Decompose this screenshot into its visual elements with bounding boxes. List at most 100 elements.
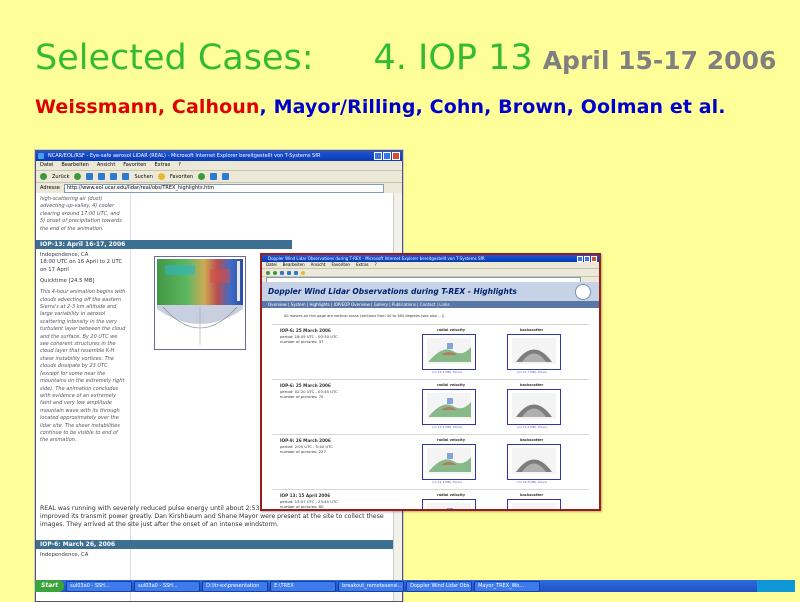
back-arrow-icon[interactable] bbox=[266, 270, 270, 275]
intro-text: All movies on this page are vertical sca… bbox=[284, 314, 445, 318]
address-label: Adresse bbox=[40, 185, 60, 191]
movie-link[interactable]: (xx 21.3 MB), Movie bbox=[432, 480, 462, 484]
window-title: Doppler Wind Lidar Observations during T… bbox=[268, 256, 485, 261]
iop13-description: This 4-hour animation begins with clouds… bbox=[40, 289, 126, 444]
page-title-text: Doppler Wind Lidar Observations during T… bbox=[268, 287, 517, 296]
movie-link[interactable]: (xx 21.7 MB), Movie bbox=[517, 370, 547, 374]
menu-bar: Datei Bearbeiten Ansicht Favoriten Extra… bbox=[262, 262, 599, 269]
close-button[interactable] bbox=[392, 152, 400, 160]
address-input[interactable]: http://www.eol.ucar.edu/lidar/real/obs/T… bbox=[63, 183, 384, 193]
taskbar-button[interactable]: Mayor_TREX_Wo... bbox=[474, 580, 541, 592]
minimize-button[interactable] bbox=[374, 152, 382, 160]
case-row: IOP-9: 26 March 2006 period: 2:05 UTC - 5… bbox=[272, 434, 589, 489]
backscatter-plot[interactable] bbox=[507, 334, 561, 370]
print-icon[interactable] bbox=[222, 173, 230, 180]
back-arrow-icon[interactable] bbox=[40, 173, 47, 180]
forward-arrow-icon[interactable] bbox=[273, 270, 277, 275]
menu-item-bearbeiten[interactable]: Bearbeiten bbox=[61, 161, 88, 170]
lidar-animation-thumbnail[interactable] bbox=[154, 256, 246, 350]
window-titlebar[interactable]: Doppler Wind Lidar Observations during T… bbox=[262, 255, 599, 262]
start-button[interactable]: Start bbox=[35, 580, 65, 592]
iop6-section: IOP-6: March 26, 2006 Independence, CA bbox=[36, 540, 402, 562]
slide-title: Selected Cases: 4. IOP 13 April 15-17 2006 bbox=[35, 38, 776, 78]
menu-item-favoriten[interactable]: Favoriten bbox=[331, 262, 350, 268]
iop13-location: Independence, CA bbox=[40, 252, 89, 258]
menu-item-extras[interactable]: Extras bbox=[154, 161, 170, 170]
radial-velocity-label: radial velocity bbox=[437, 328, 466, 332]
backscatter-label: backscatter bbox=[520, 438, 544, 442]
title-case: 4. IOP 13 bbox=[373, 38, 533, 78]
movie-link[interactable]: (xx 15.4 MB), Movie bbox=[517, 425, 547, 429]
iop6-header: IOP-6: March 26, 2006 bbox=[36, 540, 402, 549]
radial-velocity-plot[interactable] bbox=[422, 499, 476, 509]
menu-bar: Datei Bearbeiten Ansicht Favoriten Extra… bbox=[36, 161, 402, 171]
case-row: IOP-6: 25 March 2006 period: 02:20 UTC - … bbox=[272, 379, 589, 434]
favorites-button[interactable]: Favoriten bbox=[170, 174, 193, 180]
search-icon[interactable] bbox=[122, 173, 130, 180]
backscatter-plot[interactable] bbox=[507, 389, 561, 425]
radial-velocity-plot[interactable] bbox=[422, 444, 476, 480]
radial-velocity-label: radial velocity bbox=[437, 383, 466, 387]
mail-icon[interactable] bbox=[210, 173, 218, 180]
title-date: April 15-17 2006 bbox=[542, 46, 777, 75]
refresh-icon[interactable] bbox=[287, 270, 291, 275]
taskbar-button[interactable]: Doppler Wind Lidar Obs... bbox=[406, 580, 473, 592]
page-content: Doppler Wind Lidar Observations during T… bbox=[262, 282, 599, 509]
taskbar-button[interactable]: breakout_remotesensi... bbox=[338, 580, 405, 592]
stop-icon[interactable] bbox=[280, 270, 284, 275]
minimize-button[interactable] bbox=[577, 256, 583, 262]
menu-item-datei[interactable]: Datei bbox=[266, 262, 277, 268]
case-detail: period: 15:07 UTC - 23:40 UTC number of p… bbox=[280, 499, 338, 509]
menu-item-help[interactable]: ? bbox=[375, 262, 377, 268]
menu-item-ansicht[interactable]: Ansicht bbox=[311, 262, 326, 268]
maximize-button[interactable] bbox=[383, 152, 391, 160]
search-button[interactable]: Suchen bbox=[134, 174, 153, 180]
media-icon[interactable] bbox=[198, 173, 206, 180]
menu-item-help[interactable]: ? bbox=[178, 161, 181, 170]
taskbar: Start sul03a0 - SSH... sul03a0 - SSH... … bbox=[35, 580, 795, 592]
window-titlebar[interactable]: NCAR/EOL/RSF - Eye-safe aerosol LIDAR (R… bbox=[36, 151, 402, 161]
refresh-icon[interactable] bbox=[98, 173, 106, 180]
case-title: IOP-6: 25 March 2006 bbox=[280, 383, 331, 388]
menu-item-datei[interactable]: Datei bbox=[40, 161, 53, 170]
case-list: IOP-6: 25 March 2006 period: 18:05 UTC - … bbox=[272, 324, 589, 509]
taskbar-button[interactable]: sul03a0 - SSH... bbox=[134, 580, 201, 592]
iop6-location: Independence, CA bbox=[40, 552, 89, 558]
menu-item-extras[interactable]: Extras bbox=[356, 262, 369, 268]
menu-item-favoriten[interactable]: Favoriten bbox=[123, 161, 146, 170]
home-icon[interactable] bbox=[294, 270, 298, 275]
backscatter-plot[interactable] bbox=[507, 499, 561, 509]
menu-item-ansicht[interactable]: Ansicht bbox=[97, 161, 115, 170]
maximize-button[interactable] bbox=[584, 256, 590, 262]
radial-velocity-label: radial velocity bbox=[437, 438, 466, 442]
movie-link[interactable]: (xx 15.4 MB), Movie bbox=[432, 425, 462, 429]
backscatter-label: backscatter bbox=[520, 328, 544, 332]
movie-link[interactable]: (xx 22.4 MB), Movie bbox=[432, 370, 462, 374]
favorites-star-icon[interactable] bbox=[301, 270, 305, 275]
site-nav[interactable]: Overview | System | Highlights | IOP/EOP… bbox=[262, 301, 599, 308]
backscatter-label: backscatter bbox=[520, 383, 544, 387]
backscatter-plot[interactable] bbox=[507, 444, 561, 480]
radial-velocity-plot[interactable] bbox=[422, 334, 476, 370]
movie-link[interactable]: (xx 18.4 MB), Movie bbox=[517, 480, 547, 484]
taskbar-button[interactable]: sul03a0 - SSH... bbox=[66, 580, 133, 592]
page-title: Doppler Wind Lidar Observations during T… bbox=[262, 282, 599, 301]
author: Cohn bbox=[429, 96, 485, 118]
quicktime-link[interactable]: Quicktime [24.5 MB] bbox=[36, 277, 130, 286]
menu-item-bearbeiten[interactable]: Bearbeiten bbox=[283, 262, 305, 268]
back-button[interactable]: Zurück bbox=[52, 174, 69, 180]
case-row: IOP-6: 25 March 2006 period: 18:05 UTC - … bbox=[272, 324, 589, 379]
browser-toolbar bbox=[262, 269, 599, 277]
close-button[interactable] bbox=[591, 256, 597, 262]
forward-arrow-icon[interactable] bbox=[74, 173, 82, 180]
radial-velocity-plot[interactable] bbox=[422, 389, 476, 425]
home-icon[interactable] bbox=[110, 173, 118, 180]
stop-icon[interactable] bbox=[86, 173, 94, 180]
dlr-logo-icon bbox=[575, 284, 591, 300]
favorites-star-icon[interactable] bbox=[157, 173, 165, 180]
case-title: IOP-6: 25 March 2006 bbox=[280, 328, 331, 333]
case-title: IOP 13: 15 April 2006 bbox=[280, 493, 331, 498]
taskbar-button[interactable]: D:\ltr-ex\presentation bbox=[202, 580, 269, 592]
author: Brown bbox=[498, 96, 567, 118]
taskbar-button[interactable]: E:\TREX bbox=[270, 580, 337, 592]
